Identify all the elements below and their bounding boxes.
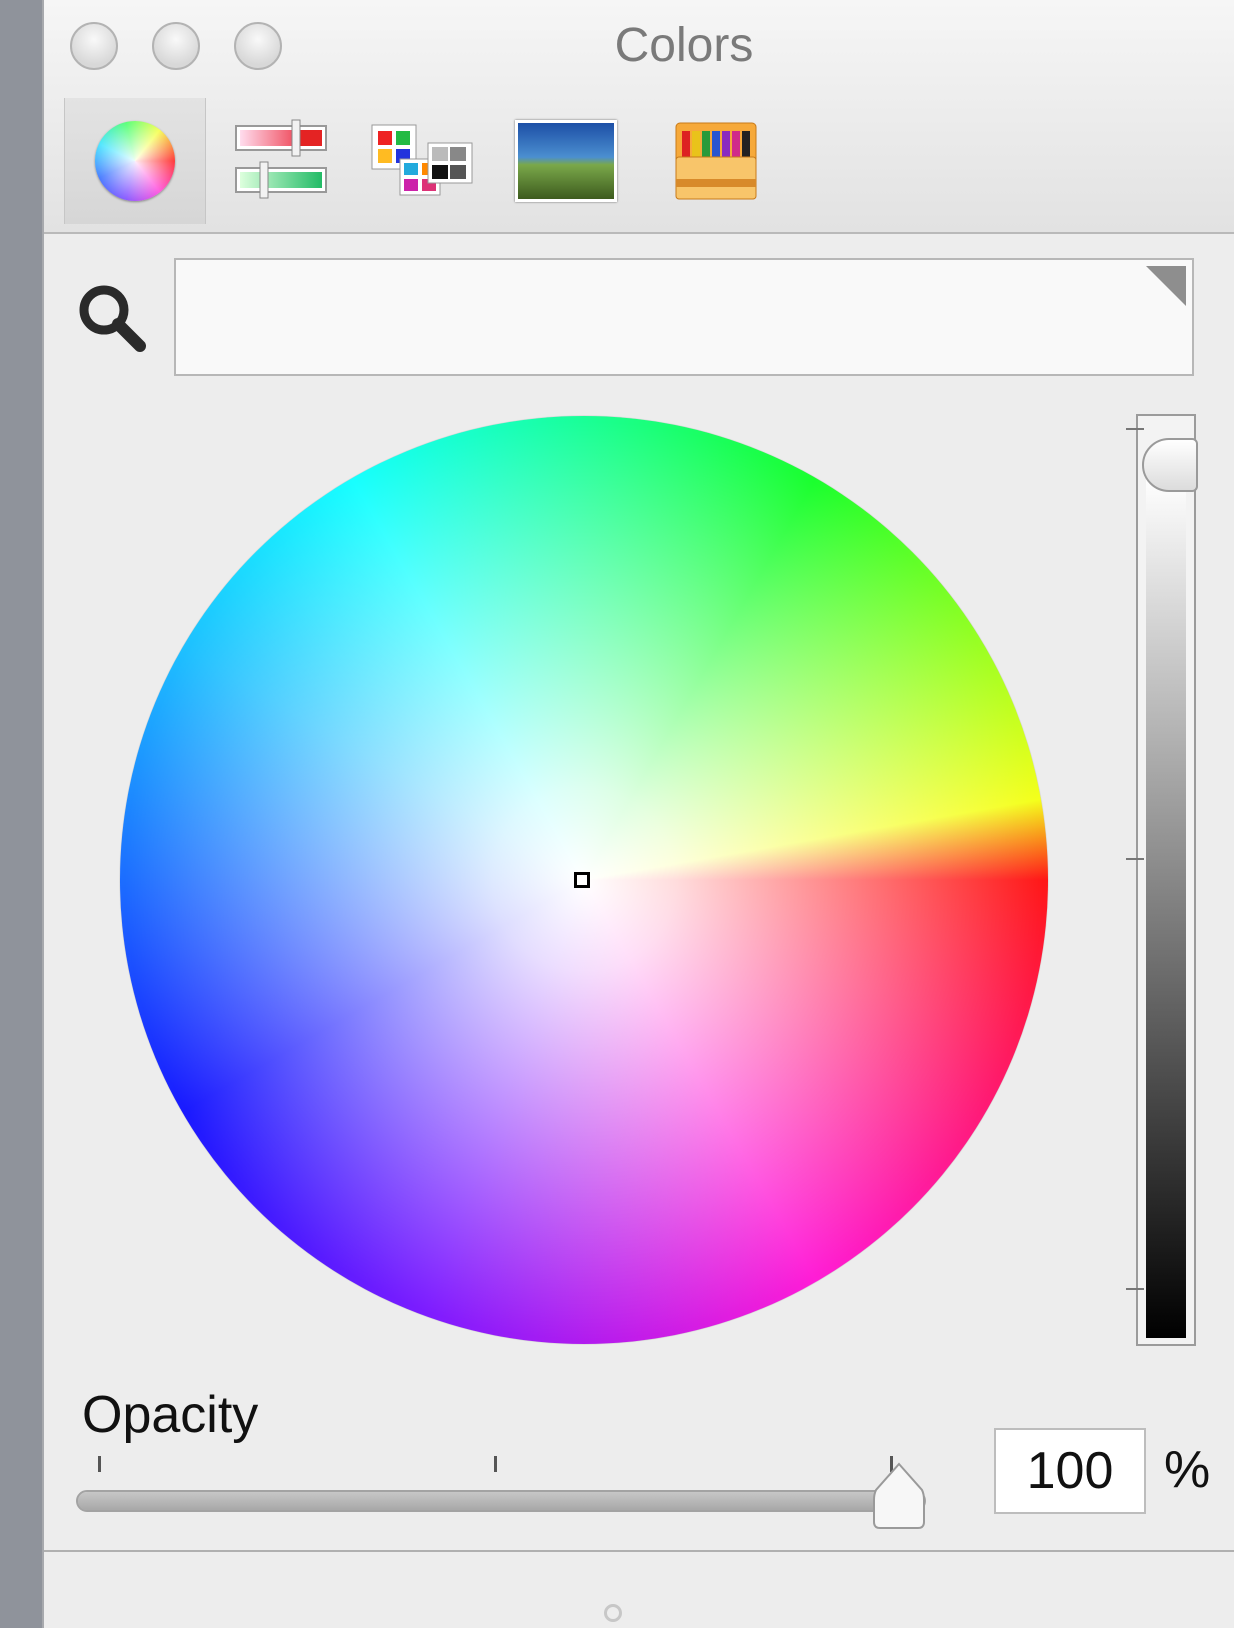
crayons-icon bbox=[675, 122, 757, 200]
brightness-knob[interactable] bbox=[1142, 438, 1198, 492]
opacity-slider[interactable] bbox=[76, 1490, 926, 1512]
opacity-tick bbox=[494, 1456, 497, 1472]
search-menu-icon[interactable] bbox=[1146, 266, 1186, 306]
colors-window: Colors Opacity 100 % bbox=[42, 0, 1234, 1628]
color-wheel-icon bbox=[95, 121, 175, 201]
tab-color-palettes[interactable] bbox=[370, 98, 474, 224]
opacity-tick bbox=[98, 1456, 101, 1472]
tab-image-palettes[interactable] bbox=[514, 98, 618, 224]
tab-color-wheel[interactable] bbox=[64, 98, 206, 224]
titlebar: Colors bbox=[44, 0, 1234, 234]
sliders-icon bbox=[235, 119, 327, 199]
tab-crayons[interactable] bbox=[666, 98, 766, 224]
brightness-tick bbox=[1126, 1288, 1144, 1290]
search-icon[interactable] bbox=[74, 280, 154, 360]
opacity-slider-knob[interactable] bbox=[872, 1460, 926, 1530]
search-input[interactable] bbox=[174, 258, 1194, 376]
opacity-label: Opacity bbox=[82, 1386, 259, 1444]
image-palette-icon bbox=[515, 120, 617, 202]
brightness-gradient bbox=[1146, 476, 1186, 1338]
opacity-field[interactable]: 100 bbox=[994, 1428, 1146, 1514]
brightness-tick bbox=[1126, 858, 1144, 860]
color-wheel-cursor[interactable] bbox=[574, 872, 590, 888]
window-title: Colors bbox=[614, 19, 754, 72]
brightness-slider[interactable] bbox=[1126, 414, 1198, 1346]
brightness-tick bbox=[1126, 428, 1144, 430]
palettes-icon bbox=[371, 124, 473, 196]
opacity-slider-fill bbox=[78, 1492, 924, 1510]
tab-color-sliders[interactable] bbox=[230, 98, 334, 224]
bottom-divider bbox=[44, 1550, 1234, 1552]
opacity-unit: % bbox=[1164, 1441, 1211, 1499]
resize-grip-icon[interactable] bbox=[604, 1604, 622, 1622]
